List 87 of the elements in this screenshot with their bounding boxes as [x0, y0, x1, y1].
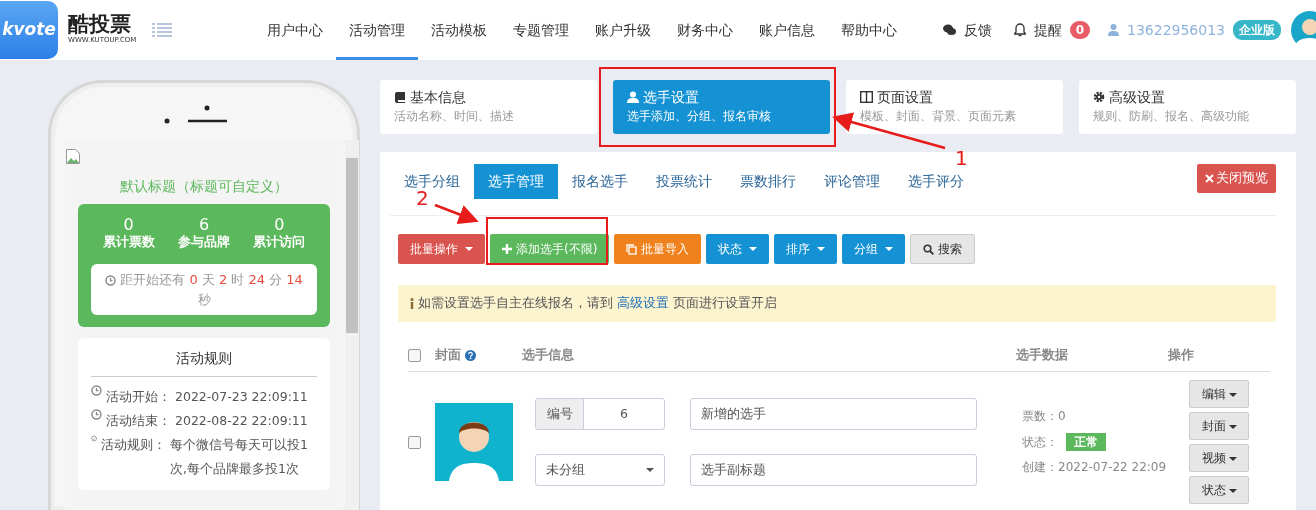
rules-title: 活动规则: [91, 348, 317, 378]
column-header: 选手数据: [1016, 345, 1069, 364]
stat-value: 6: [197, 215, 211, 234]
search-icon: [923, 243, 935, 255]
action-button[interactable]: 封面: [1189, 412, 1249, 441]
subtitle-field[interactable]: 选手副标题: [690, 454, 977, 487]
status-badge: 正常: [1066, 433, 1106, 452]
user-icon: [627, 91, 639, 104]
stat-label: 参与品牌: [178, 233, 230, 252]
reminder-link[interactable]: 提醒: [1033, 19, 1062, 41]
countdown-text: 距开始还有 0 天 2 时 24 分 14 秒: [91, 264, 317, 316]
toolbar-button[interactable]: 搜索: [910, 234, 976, 264]
step-card[interactable]: 页面设置 模板、封面、背景、页面元素: [846, 80, 1063, 134]
nav-item[interactable]: 活动管理: [336, 0, 419, 60]
nav-item[interactable]: 用户中心: [254, 0, 337, 60]
annotation-arrow: [434, 203, 479, 224]
nav-item[interactable]: 财务中心: [664, 0, 747, 60]
toolbar-button[interactable]: 批量操作: [398, 234, 485, 264]
step-subtitle: 活动名称、时间、描述: [394, 108, 515, 126]
group-select[interactable]: 未分组: [535, 454, 665, 487]
settings-link[interactable]: 高级设置: [616, 295, 669, 310]
created-time: 创建：2022-07-22 22:09: [1022, 458, 1168, 476]
menu-icon[interactable]: [152, 22, 173, 38]
step-title: 页面设置: [877, 88, 933, 107]
preview-title: 默认标题（标题可自定义）: [119, 176, 289, 196]
name-field[interactable]: 新增的选手: [690, 398, 977, 431]
help-icon: [465, 349, 476, 361]
rule-label: 活动规则：: [101, 435, 167, 454]
tab[interactable]: 投票统计: [642, 164, 726, 199]
action-button[interactable]: 编辑: [1189, 380, 1249, 409]
stat-value: 0: [122, 215, 135, 234]
columns-icon: [860, 91, 873, 104]
nav-item[interactable]: 帮助中心: [828, 0, 911, 60]
info-alert: 如需设置选手自主在线报名，请到 高级设置 页面进行设置开启: [398, 285, 1276, 322]
step-subtitle: 规则、防刷、报名、高级功能: [1093, 108, 1250, 126]
rule-value: 2022-07-23 22:09:11: [175, 388, 308, 407]
plus-icon: [502, 244, 512, 254]
step-subtitle: 选手添加、分组、报名审核: [627, 108, 772, 126]
settings-icon: [1093, 91, 1105, 104]
nav-item[interactable]: 账户升级: [582, 0, 665, 60]
reminder-count: 0: [1069, 21, 1090, 39]
step-card[interactable]: 基本信息 活动名称、时间、描述: [380, 80, 597, 134]
rule-label: 活动结束：: [106, 412, 171, 431]
bell-icon: [1013, 23, 1026, 37]
stat-label: 累计票数: [102, 233, 155, 252]
logo: kvote: [0, 1, 58, 59]
step-title: 高级设置: [1109, 88, 1165, 107]
rule-value: 2022-08-22 22:09:11: [175, 412, 308, 431]
select-all-checkbox[interactable]: [408, 348, 421, 362]
action-button[interactable]: 状态: [1189, 476, 1249, 505]
rule-label: 活动开始：: [106, 388, 171, 407]
info-icon: [410, 298, 414, 309]
step-title: 选手设置: [643, 88, 699, 107]
tab[interactable]: 评论管理: [810, 164, 894, 199]
nav-item[interactable]: 账户信息: [746, 0, 829, 60]
status-label: 状态：: [1022, 433, 1058, 451]
annotation-number: 2: [416, 188, 429, 208]
number-field[interactable]: 编号 6: [535, 398, 665, 431]
nav-item[interactable]: 活动模板: [418, 0, 501, 60]
book-icon: [394, 91, 406, 104]
column-header: 选手信息: [522, 345, 575, 364]
copy-icon: [626, 243, 638, 255]
chat-icon: [942, 24, 956, 36]
step-title: 基本信息: [410, 88, 466, 107]
clock-icon: [91, 385, 102, 397]
stat-label: 累计访问: [253, 233, 306, 252]
rule-value: 每个微信号每天可以投1次,每个品牌最多投1次: [170, 435, 309, 478]
action-button[interactable]: 视频: [1189, 444, 1249, 473]
row-checkbox[interactable]: [408, 435, 421, 449]
step-card[interactable]: 高级设置 规则、防刷、报名、高级功能: [1079, 80, 1296, 134]
nav-item[interactable]: 专题管理: [500, 0, 583, 60]
clock-icon: [105, 275, 117, 287]
check-circle-icon: [91, 432, 98, 444]
feedback-link[interactable]: 反馈: [963, 19, 992, 41]
column-header: 封面: [435, 345, 461, 364]
close-preview-button[interactable]: 关闭预览: [1197, 164, 1276, 193]
close-icon: [1205, 174, 1214, 184]
clock-icon: [91, 409, 102, 421]
tab[interactable]: 票数排行: [726, 164, 810, 199]
step-subtitle: 模板、封面、背景、页面元素: [860, 108, 1017, 126]
tab[interactable]: 报名选手: [558, 164, 642, 199]
plan-badge: 企业版: [1233, 20, 1281, 40]
user-icon: [1108, 24, 1119, 36]
brand-name: 酷投票: [68, 14, 131, 36]
vote-count: 票数：0: [1022, 408, 1067, 426]
column-header: 操作: [1168, 345, 1194, 364]
stat-value: 0: [273, 215, 286, 234]
